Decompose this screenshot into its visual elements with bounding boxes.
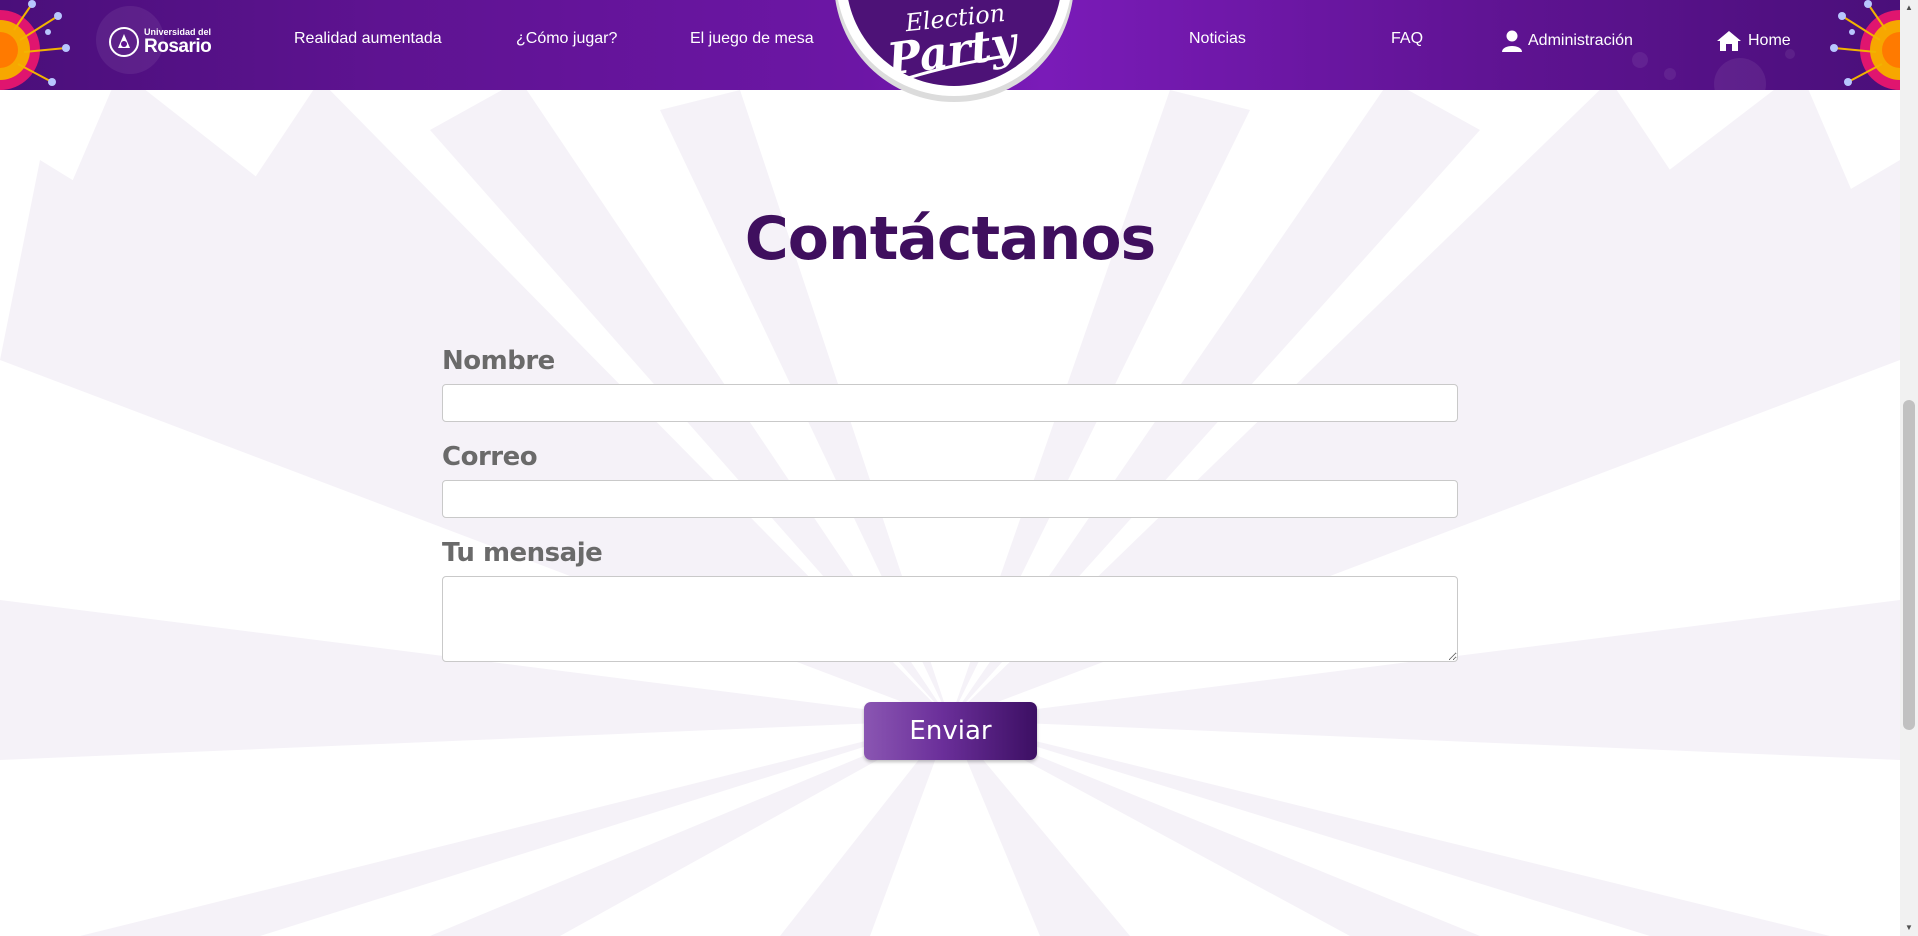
user-icon — [1502, 30, 1522, 52]
home-icon — [1717, 31, 1741, 51]
brand-big-text: Rosario — [144, 36, 212, 57]
name-input[interactable] — [442, 384, 1458, 422]
message-label: Tu mensaje — [442, 538, 603, 568]
submit-button[interactable]: Enviar — [864, 702, 1037, 760]
contact-form: Nombre Correo Tu mensaje — [442, 346, 1458, 662]
scroll-up-arrow-icon[interactable]: ▲ — [1900, 0, 1918, 16]
nav-realidad-aumentada[interactable]: Realidad aumentada — [294, 0, 442, 78]
page-scrollbar[interactable]: ▲ ▼ — [1900, 0, 1918, 936]
election-party-logo[interactable]: Election Party — [830, 0, 1078, 118]
email-label: Correo — [442, 442, 538, 472]
nav-juego-de-mesa[interactable]: El juego de mesa — [690, 0, 814, 78]
scroll-down-arrow-icon[interactable]: ▼ — [1900, 920, 1918, 936]
nav-home[interactable]: Home — [1716, 2, 1791, 80]
message-textarea[interactable] — [442, 576, 1458, 662]
nav-noticias[interactable]: Noticias — [1189, 0, 1246, 78]
universidad-del-rosario-logo[interactable]: Universidad del Rosario — [108, 24, 212, 60]
nav-administracion[interactable]: Administración — [1502, 2, 1633, 80]
page-title: Contáctanos — [744, 204, 1157, 274]
nav-faq[interactable]: FAQ — [1391, 0, 1423, 78]
top-navbar: Universidad del Rosario Realidad aumenta… — [0, 0, 1900, 102]
nav-como-jugar[interactable]: ¿Cómo jugar? — [516, 0, 617, 78]
name-label: Nombre — [442, 346, 555, 376]
scroll-thumb[interactable] — [1903, 400, 1915, 730]
rosario-seal-icon — [109, 27, 139, 57]
email-input[interactable] — [442, 480, 1458, 518]
